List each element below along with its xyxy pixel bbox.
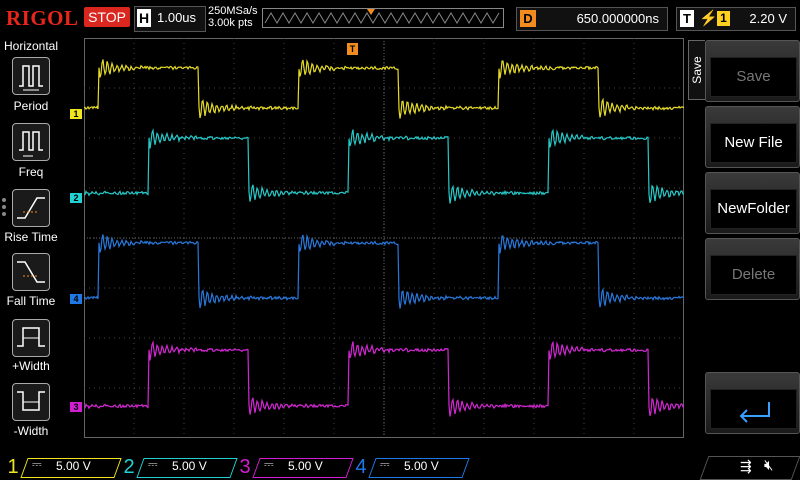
timebase-control[interactable]: H 1.00us — [134, 6, 206, 32]
rise-time-icon — [17, 197, 45, 219]
delete-label: Delete — [710, 255, 797, 295]
ch3-scale: 5.00 V — [288, 459, 323, 473]
save-menu-tab-label: Save — [690, 56, 704, 84]
ch2-number: 2 — [123, 456, 135, 478]
brand-logo: RIGOL — [6, 6, 79, 30]
neg-width-label: -Width — [13, 424, 49, 438]
horizontal-label: H — [137, 9, 151, 27]
trigger-control[interactable]: T ⚡ 1 2.20 V — [676, 7, 796, 31]
trigger-label: T — [680, 10, 694, 27]
measure-category-title: Horizontal — [3, 39, 59, 53]
trigger-level: 2.20 V — [749, 11, 787, 26]
measure-neg-width-button[interactable] — [12, 383, 50, 421]
save-softkey-menu: Save New File NewFolder Delete — [705, 40, 800, 450]
freq-icon — [19, 131, 43, 157]
enter-button[interactable] — [705, 372, 800, 434]
rise-time-label: Rise Time — [4, 230, 58, 244]
freq-label: Freq — [18, 165, 44, 179]
trigger-source: 1 — [717, 11, 730, 26]
top-status-bar: RIGOL STOP H 1.00us 250MSa/s 3.00k pts D… — [0, 0, 800, 36]
speaker-muted-icon[interactable]: 🔇︎ — [764, 457, 773, 474]
memory-waveform-preview — [264, 9, 500, 24]
waveform-display[interactable] — [83, 38, 685, 438]
memory-overview-strip[interactable] — [262, 8, 504, 28]
new-file-button[interactable]: New File — [705, 106, 800, 168]
waveform-canvas — [83, 38, 685, 438]
ch4-offset-marker[interactable]: 4 — [70, 294, 82, 304]
period-label: Period — [13, 99, 49, 113]
ch4-status[interactable]: 4 ⎓ 5.00 V — [352, 456, 470, 478]
period-icon — [19, 65, 43, 91]
ch3-number: 3 — [239, 456, 251, 478]
neg-width-icon — [17, 391, 45, 411]
ch2-offset-marker[interactable]: 2 — [70, 193, 82, 203]
ch1-status[interactable]: 1 ⎓ 5.00 V — [4, 456, 122, 478]
new-file-label: New File — [710, 123, 797, 163]
measure-period-button[interactable] — [12, 57, 50, 95]
ch2-dc-coupling-icon: ⎓ — [148, 457, 158, 471]
measure-rise-time-button[interactable] — [12, 189, 50, 227]
pos-width-label: +Width — [12, 359, 50, 373]
ch4-scale: 5.00 V — [404, 459, 439, 473]
delete-button[interactable]: Delete — [705, 238, 800, 300]
fall-time-icon — [17, 261, 45, 283]
usb-icon: ⇶ — [740, 458, 752, 474]
save-menu-tab[interactable]: Save — [688, 40, 705, 100]
ch1-number: 1 — [7, 456, 19, 478]
new-folder-button[interactable]: NewFolder — [705, 172, 800, 234]
ch2-trace — [83, 128, 685, 204]
menu-page-dots — [2, 195, 8, 219]
sample-rate: 250MSa/s — [208, 5, 258, 17]
ch3-status[interactable]: 3 ⎓ 5.00 V — [236, 456, 354, 478]
memory-depth: 3.00k pts — [208, 17, 253, 29]
ch1-scale: 5.00 V — [56, 459, 91, 473]
ch3-dc-coupling-icon: ⎓ — [264, 457, 274, 471]
channel-status-bar: 1 ⎓ 5.00 V 2 ⎓ 5.00 V 3 ⎓ 5.00 V 4 ⎓ 5.0… — [0, 454, 800, 480]
ch3-offset-marker[interactable]: 3 — [70, 402, 82, 412]
save-button[interactable]: Save — [705, 40, 800, 102]
timebase-value: 1.00us — [157, 10, 197, 25]
enter-icon — [710, 389, 797, 429]
fall-time-label: Fall Time — [6, 294, 56, 308]
rising-edge-icon: ⚡ — [699, 10, 718, 27]
ch1-dc-coupling-icon: ⎓ — [32, 457, 42, 471]
ch2-scale: 5.00 V — [172, 459, 207, 473]
measure-sidebar: Horizontal Period Freq Rise Time Fall Ti… — [0, 37, 62, 455]
acquisition-info: 250MSa/s 3.00k pts — [208, 5, 258, 29]
measure-fall-time-button[interactable] — [12, 253, 50, 291]
ch4-number: 4 — [355, 456, 367, 478]
delay-value: 650.000000ns — [576, 11, 659, 26]
new-folder-label: NewFolder — [710, 189, 797, 229]
run-stop-button[interactable]: STOP — [84, 7, 130, 27]
delay-label: D — [520, 10, 536, 27]
horizontal-delay-control[interactable]: D 650.000000ns — [516, 7, 668, 31]
ch1-offset-marker[interactable]: 1 — [70, 109, 82, 119]
pos-width-icon — [17, 327, 45, 347]
trigger-position-marker[interactable]: T — [347, 43, 358, 55]
ch2-status[interactable]: 2 ⎓ 5.00 V — [120, 456, 238, 478]
measure-pos-width-button[interactable] — [12, 319, 50, 357]
save-button-label: Save — [710, 57, 797, 97]
ch4-dc-coupling-icon: ⎓ — [380, 457, 390, 471]
measure-freq-button[interactable] — [12, 123, 50, 161]
